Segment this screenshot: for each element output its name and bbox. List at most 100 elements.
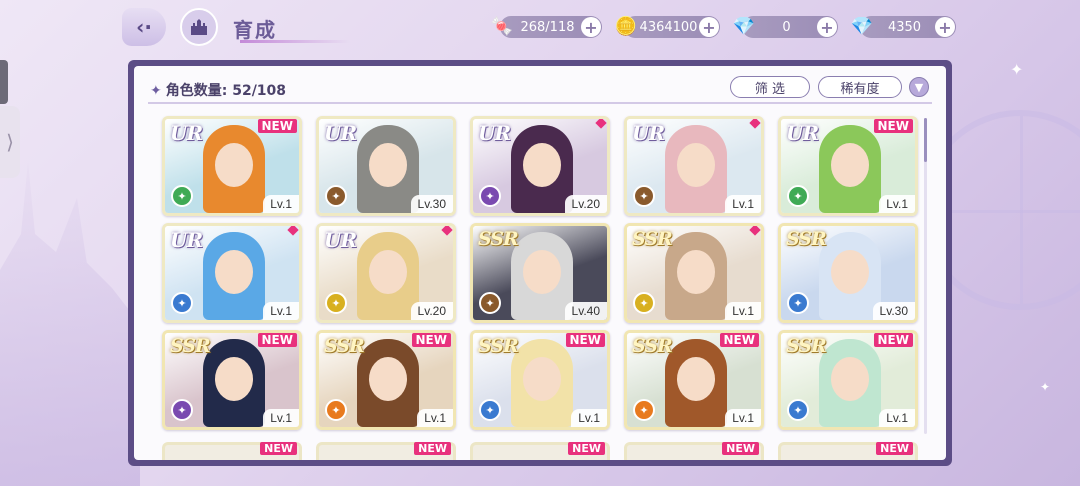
- rarity-badge: UR: [324, 121, 357, 145]
- level-label: Lv.20: [564, 195, 607, 213]
- character-card-partial[interactable]: NEW: [778, 442, 918, 460]
- character-face: [831, 143, 869, 187]
- level-label: Lv.1: [725, 302, 761, 320]
- character-card[interactable]: SSR ✦ Lv.40: [470, 223, 610, 323]
- character-face: [369, 357, 407, 401]
- character-face: [677, 250, 715, 294]
- scrollbar-thumb[interactable]: [924, 118, 927, 162]
- level-label: Lv.1: [725, 195, 761, 213]
- attribute-icon: ✦: [325, 292, 347, 314]
- level-label: Lv.1: [417, 409, 453, 427]
- character-face: [523, 357, 561, 401]
- new-tag: NEW: [873, 333, 913, 347]
- attribute-icon: ✦: [171, 399, 193, 421]
- level-label: Lv.1: [571, 409, 607, 427]
- character-card[interactable]: UR ✦ Lv.20: [316, 223, 456, 323]
- character-card[interactable]: SSR NEW ✦ Lv.1: [316, 330, 456, 430]
- character-card[interactable]: SSR ✦ Lv.30: [778, 223, 918, 323]
- add-candy-button[interactable]: +: [581, 17, 601, 37]
- new-tag: NEW: [719, 333, 759, 347]
- rarity-badge: UR: [170, 121, 203, 145]
- currency-blue-diamond: 💎 4350 +: [851, 16, 956, 38]
- character-face: [677, 357, 715, 401]
- character-face: [369, 250, 407, 294]
- attribute-icon: ✦: [787, 292, 809, 314]
- character-card[interactable]: SSR ✦ Lv.1: [624, 223, 764, 323]
- character-card[interactable]: UR ✦ Lv.1: [624, 116, 764, 216]
- back-arrow-icon: ‹·: [136, 15, 152, 39]
- level-label: Lv.20: [410, 302, 453, 320]
- character-card[interactable]: UR ✦ Lv.20: [470, 116, 610, 216]
- attribute-icon: ✦: [633, 292, 655, 314]
- level-label: Lv.30: [872, 302, 915, 320]
- attribute-icon: ✦: [479, 185, 501, 207]
- character-card[interactable]: SSR NEW ✦ Lv.1: [778, 330, 918, 430]
- chevron-down-icon: ▼: [914, 80, 924, 94]
- rarity-badge: SSR: [632, 335, 673, 357]
- attribute-icon: ✦: [479, 399, 501, 421]
- character-face: [523, 143, 561, 187]
- level-label: Lv.1: [263, 409, 299, 427]
- rarity-badge: UR: [786, 121, 819, 145]
- filter-button[interactable]: 筛 选: [730, 76, 810, 98]
- attribute-icon: ✦: [171, 185, 193, 207]
- level-label: Lv.1: [263, 195, 299, 213]
- rarity-badge: SSR: [786, 335, 827, 357]
- character-card-partial[interactable]: NEW: [624, 442, 764, 460]
- new-tag: NEW: [257, 333, 297, 347]
- currency-coin: 🪙 4364100 +: [615, 16, 720, 38]
- rarity-badge: SSR: [170, 335, 211, 357]
- character-card[interactable]: SSR NEW ✦ Lv.1: [624, 330, 764, 430]
- level-label: Lv.1: [725, 409, 761, 427]
- character-card[interactable]: SSR NEW ✦ Lv.1: [470, 330, 610, 430]
- side-strip: [0, 60, 8, 104]
- new-tag: NEW: [876, 442, 913, 455]
- rarity-badge: SSR: [324, 335, 365, 357]
- level-label: Lv.40: [564, 302, 607, 320]
- title-underline: [240, 40, 350, 43]
- sparkle-icon: ✦: [150, 83, 162, 99]
- character-card[interactable]: UR ✦ Lv.1: [162, 223, 302, 323]
- character-card[interactable]: UR NEW ✦ Lv.1: [162, 116, 302, 216]
- character-face: [523, 250, 561, 294]
- pink-diamond-icon: 💎: [732, 15, 756, 37]
- character-card[interactable]: UR ✦ Lv.30: [316, 116, 456, 216]
- castle-silhouette: [0, 162, 140, 486]
- character-face: [831, 250, 869, 294]
- sort-dropdown-button[interactable]: ▼: [909, 77, 929, 97]
- add-coin-button[interactable]: +: [699, 17, 719, 37]
- level-label: Lv.1: [879, 195, 915, 213]
- character-face: [215, 143, 253, 187]
- add-blue-diamond-button[interactable]: +: [935, 17, 955, 37]
- attribute-icon: ✦: [787, 399, 809, 421]
- character-card[interactable]: UR NEW ✦ Lv.1: [778, 116, 918, 216]
- attribute-icon: ✦: [633, 185, 655, 207]
- blue-diamond-icon: 💎: [850, 15, 874, 37]
- attribute-icon: ✦: [787, 185, 809, 207]
- attribute-icon: ✦: [325, 399, 347, 421]
- currency-pink-diamond: 💎 0 +: [733, 16, 838, 38]
- rarity-badge: SSR: [786, 228, 827, 250]
- side-drawer-tab[interactable]: ⟩: [0, 106, 20, 178]
- scrollbar-track[interactable]: [924, 118, 927, 434]
- new-tag: NEW: [722, 442, 759, 455]
- character-panel: ✦ 角色数量: 52/108 筛 选 稀有度 ▼ UR NEW ✦ Lv.1 UR ✦ Lv.…: [134, 66, 946, 460]
- back-button[interactable]: ‹·: [122, 8, 166, 46]
- home-button[interactable]: [180, 8, 218, 46]
- character-card[interactable]: SSR NEW ✦ Lv.1: [162, 330, 302, 430]
- new-tag: NEW: [414, 442, 451, 455]
- rarity-sort-button[interactable]: 稀有度: [818, 76, 902, 98]
- character-face: [677, 143, 715, 187]
- add-pink-diamond-button[interactable]: +: [817, 17, 837, 37]
- character-card-partial[interactable]: NEW: [470, 442, 610, 460]
- character-card-partial[interactable]: NEW: [316, 442, 456, 460]
- new-tag: NEW: [568, 442, 605, 455]
- chevron-right-icon: ⟩: [6, 130, 14, 154]
- attribute-icon: ✦: [479, 292, 501, 314]
- new-tag: NEW: [565, 333, 605, 347]
- character-card-partial[interactable]: NEW: [162, 442, 302, 460]
- rarity-badge: UR: [478, 121, 511, 145]
- new-tag: NEW: [257, 119, 297, 133]
- divider: [148, 102, 932, 104]
- candy-icon: 🍬: [490, 15, 514, 37]
